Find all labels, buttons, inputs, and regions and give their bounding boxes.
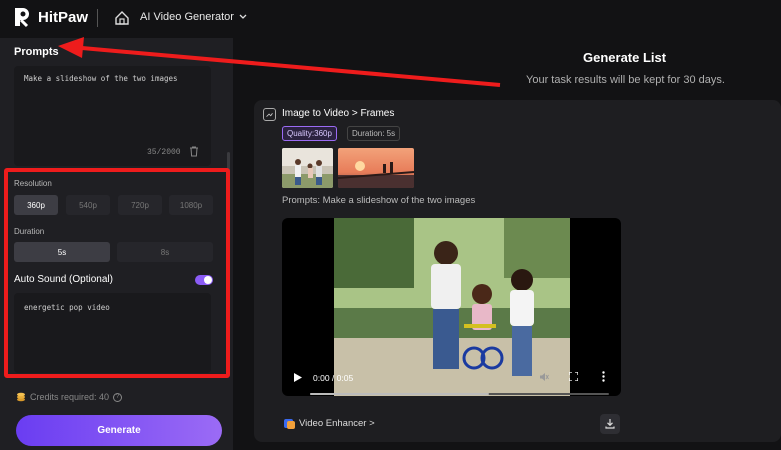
divider (97, 9, 98, 27)
video-player[interactable]: 0:00 / 0:05 (282, 218, 621, 396)
generate-button[interactable]: Generate (16, 415, 222, 446)
duration-tag: Duration: 5s (347, 126, 401, 141)
generate-list-title: Generate List (583, 50, 667, 65)
prompt-input[interactable]: Make a slideshow of the two images (14, 66, 211, 166)
task-path: Image to Video > Frames (282, 108, 395, 119)
tool-name: AI Video Generator (140, 11, 234, 23)
quality-tag: Quality:360p (282, 126, 337, 141)
task-prompt: Prompts: Make a slideshow of the two ima… (282, 195, 476, 206)
family-park-image (282, 148, 333, 188)
coins-icon (17, 392, 25, 402)
fullscreen-icon[interactable] (569, 372, 578, 381)
left-panel: Prompts Make a slideshow of the two imag… (0, 38, 233, 450)
prompts-title: Prompts (14, 46, 59, 58)
volume-icon[interactable] (539, 372, 549, 382)
help-icon[interactable]: ? (113, 392, 123, 402)
prompt-char-count: 35/2000 (147, 148, 181, 157)
chevron-down-icon (239, 14, 247, 19)
source-image-2[interactable] (338, 148, 414, 188)
more-options-icon[interactable] (602, 371, 605, 382)
task-card: Image to Video > Frames Quality:360p Dur… (254, 100, 781, 442)
prompt-text: Make a slideshow of the two images (24, 74, 178, 83)
video-enhancer-label: Video Enhancer > (299, 418, 375, 429)
video-enhancer-icon (284, 419, 295, 429)
generate-list-subtitle: Your task results will be kept for 30 da… (526, 74, 725, 86)
app-name: HitPaw (38, 8, 89, 26)
tool-dropdown[interactable]: AI Video Generator (140, 11, 247, 23)
download-icon (605, 419, 615, 429)
top-bar: HitPaw AI Video Generator (0, 0, 781, 38)
home-icon[interactable] (114, 10, 130, 26)
sunset-pier-image (338, 148, 414, 188)
credits-text: Credits required: 40 (30, 392, 110, 402)
highlight-box (4, 168, 230, 378)
video-progress-bar[interactable] (310, 393, 609, 395)
trash-icon[interactable] (189, 146, 199, 157)
hitpaw-logo-icon (15, 8, 29, 28)
credits-info: Credits required: 40 ? (16, 392, 123, 402)
play-icon[interactable] (294, 373, 302, 382)
logo: HitPaw (12, 6, 88, 28)
video-frame (334, 218, 570, 396)
download-button[interactable] (600, 414, 620, 434)
source-image-1[interactable] (282, 148, 333, 188)
video-time: 0:00 / 0:05 (313, 373, 354, 383)
image-to-video-icon (263, 108, 276, 121)
video-progress-fill (310, 393, 490, 395)
video-enhancer-link[interactable]: Video Enhancer > (284, 418, 375, 429)
